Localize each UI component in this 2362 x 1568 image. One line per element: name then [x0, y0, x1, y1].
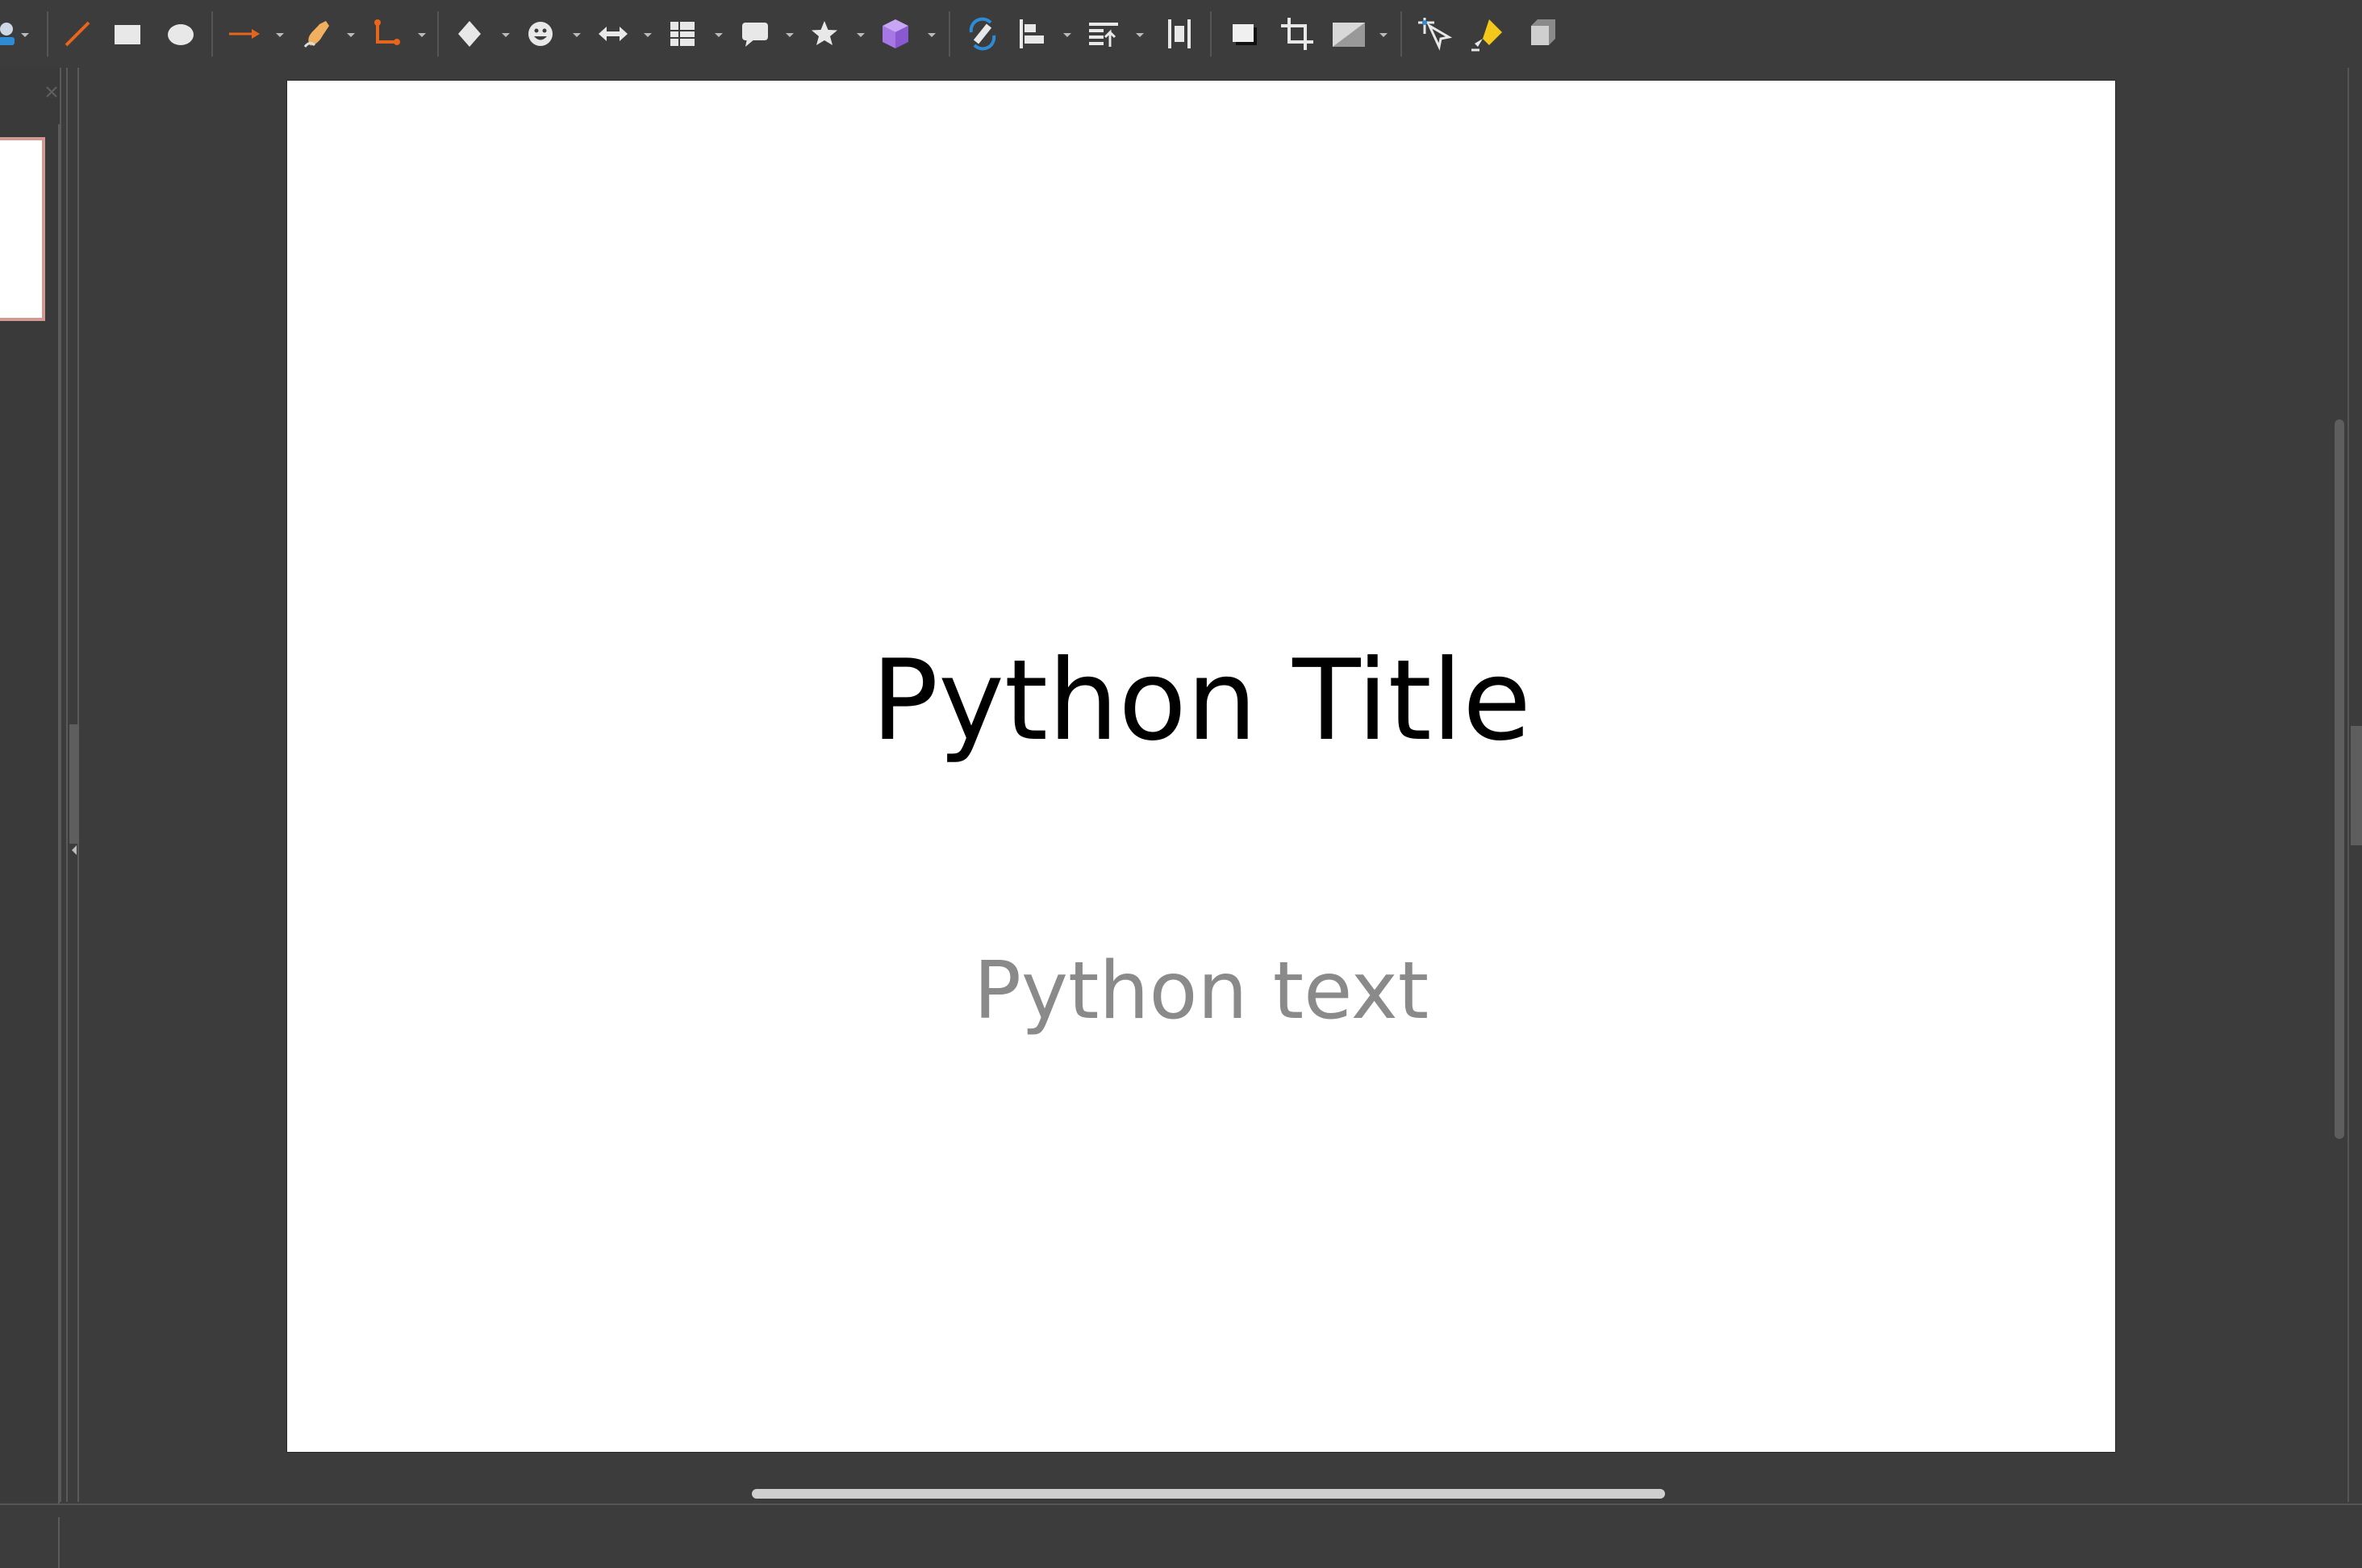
toolbar-separator	[47, 11, 48, 56]
3d-objects-tool-button[interactable]	[873, 11, 918, 56]
curves-dropdown[interactable]	[345, 31, 357, 39]
toolbar-separator	[211, 11, 213, 56]
distribute-icon	[1160, 15, 1199, 53]
glue-points-tool-button[interactable]	[1465, 11, 1510, 56]
points-icon	[1413, 15, 1452, 53]
arrange-icon	[1084, 15, 1123, 53]
slide-subtitle[interactable]: Python text	[287, 952, 2115, 1031]
vertical-scrollbar-thumb[interactable]	[2335, 419, 2344, 1139]
shadow-icon	[1225, 15, 1263, 53]
flowchart-icon	[663, 15, 702, 53]
image-filter-icon	[1329, 15, 1368, 53]
glue-icon	[1468, 15, 1507, 53]
callouts-tool-button[interactable]	[732, 11, 778, 56]
arrow-line-icon	[224, 15, 263, 53]
flowchart-dropdown[interactable]	[713, 31, 724, 39]
horizontal-scrollbar-thumb[interactable]	[752, 1489, 1665, 1499]
arrange-dropdown[interactable]	[1134, 31, 1146, 39]
slide-pane-header	[0, 68, 61, 124]
stars-tool-button[interactable]	[802, 11, 847, 56]
toolbar-separator	[1400, 11, 1402, 56]
rectangle-tool-button[interactable]	[105, 11, 150, 56]
line-tool-button[interactable]	[55, 11, 100, 56]
star-icon	[805, 15, 844, 53]
align-left-icon	[1013, 15, 1052, 53]
select-tool-button[interactable]	[0, 11, 37, 56]
symbol-shapes-dropdown[interactable]	[571, 31, 582, 39]
callout-icon	[736, 15, 774, 53]
stars-dropdown[interactable]	[855, 31, 866, 39]
connectors-dropdown[interactable]	[416, 31, 428, 39]
rectangle-icon	[108, 15, 147, 53]
diamond-icon	[450, 15, 489, 53]
3d-objects-dropdown[interactable]	[926, 31, 937, 39]
toolbar-separator	[1210, 11, 1212, 56]
sidebar-splitter-handle[interactable]	[2351, 726, 2362, 845]
drawing-toolbar	[0, 0, 2362, 68]
select-dropdown-arrow[interactable]	[19, 31, 31, 39]
toolbar-separator	[949, 11, 950, 56]
splitter-handle[interactable]	[69, 724, 79, 844]
block-arrows-tool-button[interactable]	[590, 11, 636, 56]
filter-tool-button[interactable]	[1326, 11, 1371, 56]
slide-title[interactable]: Python Title	[287, 645, 2115, 757]
basic-shapes-dropdown[interactable]	[500, 31, 511, 39]
double-arrow-icon	[594, 15, 632, 53]
lines-arrows-dropdown[interactable]	[274, 31, 286, 39]
line-icon	[58, 15, 97, 53]
callouts-dropdown[interactable]	[784, 31, 795, 39]
flowchart-tool-button[interactable]	[660, 11, 705, 56]
connectors-tool-button[interactable]	[365, 11, 410, 56]
crop-tool-button[interactable]	[1275, 11, 1320, 56]
ellipse-tool-button[interactable]	[158, 11, 203, 56]
block-arrows-dropdown[interactable]	[642, 31, 653, 39]
arrange-tool-button[interactable]	[1081, 11, 1126, 56]
symbol-shapes-tool-button[interactable]	[518, 11, 563, 56]
slide-thumbnail[interactable]	[0, 137, 45, 321]
rotate-icon	[963, 15, 1002, 53]
toolbar-separator	[437, 11, 439, 56]
distribute-tool-button[interactable]	[1157, 11, 1202, 56]
collapse-left-icon[interactable]	[70, 844, 78, 857]
basic-shapes-tool-button[interactable]	[447, 11, 492, 56]
curve-icon	[298, 15, 337, 53]
status-bar	[0, 1503, 2362, 1517]
curves-polygons-tool-button[interactable]	[295, 11, 340, 56]
points-tool-button[interactable]	[1410, 11, 1455, 56]
shadow-tool-button[interactable]	[1221, 11, 1267, 56]
align-tool-button[interactable]	[1010, 11, 1055, 56]
close-icon[interactable]	[42, 82, 61, 102]
align-dropdown[interactable]	[1062, 31, 1073, 39]
slide-pane-border	[0, 124, 60, 1568]
ellipse-icon	[161, 15, 200, 53]
pane-splitter[interactable]	[66, 68, 79, 1502]
slide-canvas[interactable]: Python Title Python text	[287, 81, 2115, 1452]
filter-dropdown[interactable]	[1378, 31, 1389, 39]
cube-icon	[876, 15, 915, 53]
rotate-tool-button[interactable]	[960, 11, 1005, 56]
connector-icon	[368, 15, 407, 53]
toggle-extrusion-tool-button[interactable]	[1520, 11, 1565, 56]
extrusion-icon	[1523, 15, 1562, 53]
crop-icon	[1278, 15, 1317, 53]
lines-arrows-tool-button[interactable]	[221, 11, 266, 56]
smiley-icon	[521, 15, 560, 53]
